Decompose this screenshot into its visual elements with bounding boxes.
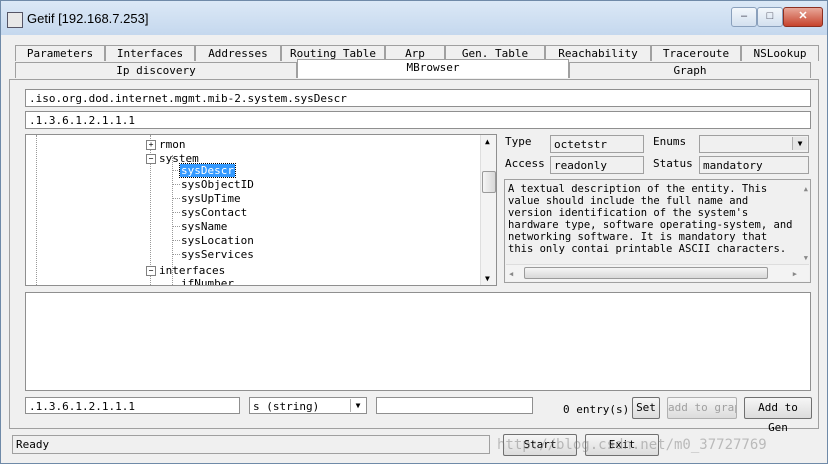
oid-value-field[interactable]: .1.3.6.1.2.1.1.1 (25, 397, 240, 414)
add-to-gen-button[interactable]: Add to Gen (744, 397, 812, 434)
scroll-left-icon[interactable]: ◀ (509, 268, 513, 280)
close-button[interactable]: ✕ (783, 7, 823, 27)
oid-numeric-field[interactable]: .1.3.6.1.2.1.1.1 (25, 111, 811, 129)
entry-count: 0 entry(s) (563, 403, 630, 416)
window-title: Getif [192.168.7.253] (27, 11, 149, 26)
expand-icon[interactable]: + (146, 140, 156, 150)
chevron-down-icon[interactable]: ▼ (350, 399, 365, 412)
access-label: Access (505, 157, 545, 170)
set-button[interactable]: Set (632, 397, 660, 419)
tree-node-syslocation[interactable]: sysLocation (181, 234, 254, 248)
description-box[interactable]: A textual description of the entity. Thi… (504, 179, 811, 283)
scroll-up-icon[interactable]: ▲ (485, 137, 490, 146)
oid-name-field[interactable]: .iso.org.dod.internet.mgmt.mib-2.system.… (25, 89, 811, 107)
getif-window: Getif [192.168.7.253] – □ ✕ Parameters I… (0, 0, 828, 464)
results-area[interactable] (25, 292, 811, 391)
description-text: A textual description of the entity. Thi… (508, 183, 793, 255)
tab-ip-discovery[interactable]: Ip discovery (15, 62, 297, 78)
chevron-down-icon[interactable]: ▼ (792, 137, 807, 150)
collapse-icon[interactable]: − (146, 154, 156, 164)
app-icon (7, 12, 23, 28)
tab-parameters[interactable]: Parameters (15, 45, 105, 61)
maximize-button[interactable]: □ (757, 7, 783, 27)
title-bar[interactable]: Getif [192.168.7.253] – □ ✕ (1, 1, 827, 35)
status-bar: Ready (12, 435, 490, 454)
set-value-field[interactable] (376, 397, 533, 414)
access-value: readonly (550, 156, 644, 174)
tree-scrollbar[interactable]: ▲ ▼ (480, 135, 496, 285)
minimize-button[interactable]: – (731, 7, 757, 27)
collapse-icon[interactable]: − (146, 266, 156, 276)
tab-nslookup[interactable]: NSLookup (741, 45, 819, 61)
tree-node-interfaces[interactable]: − interfaces (146, 264, 225, 278)
scroll-down-icon[interactable]: ▼ (804, 252, 808, 264)
tree-node-syscontact[interactable]: sysContact (181, 206, 247, 220)
tab-interfaces[interactable]: Interfaces (105, 45, 195, 61)
type-select[interactable]: s (string) ▼ (249, 397, 367, 414)
tab-mbrowser[interactable]: MBrowser (297, 59, 569, 78)
status-value: mandatory (699, 156, 809, 174)
type-value: octetstr (550, 135, 644, 153)
scroll-down-icon[interactable]: ▼ (485, 274, 490, 283)
description-scroll-thumb[interactable] (524, 267, 768, 279)
status-label: Status (653, 157, 693, 170)
watermark-text: http://blog.csdn.net/m0_37727769 (497, 437, 767, 453)
tree-node-rmon[interactable]: + rmon (146, 138, 186, 152)
tab-addresses[interactable]: Addresses (195, 45, 281, 61)
tree-scroll-thumb[interactable] (482, 171, 496, 193)
tree-node-ifnumber[interactable]: ifNumber (181, 277, 234, 285)
tree-node-sysservices[interactable]: sysServices (181, 248, 254, 262)
enums-dropdown[interactable]: ▼ (699, 135, 809, 153)
tree-node-sysname[interactable]: sysName (181, 220, 227, 234)
type-label: Type (505, 135, 532, 148)
tree-node-sysobjectid[interactable]: sysObjectID (181, 178, 254, 192)
description-hscrollbar[interactable]: ◀ ▶ (506, 264, 809, 281)
tab-graph[interactable]: Graph (569, 62, 811, 78)
mib-tree[interactable]: + rmon − system sysDescr sysObjectID sysUp… (25, 134, 497, 286)
scroll-up-icon[interactable]: ▲ (804, 183, 808, 195)
enums-label: Enums (653, 135, 687, 148)
tree-node-sysuptime[interactable]: sysUpTime (181, 192, 241, 206)
add-to-graph-button[interactable]: add to graph (667, 397, 737, 419)
tree-node-sysdescr[interactable]: sysDescr (179, 163, 236, 178)
scroll-right-icon[interactable]: ▶ (793, 268, 797, 280)
tab-traceroute[interactable]: Traceroute (651, 45, 741, 61)
